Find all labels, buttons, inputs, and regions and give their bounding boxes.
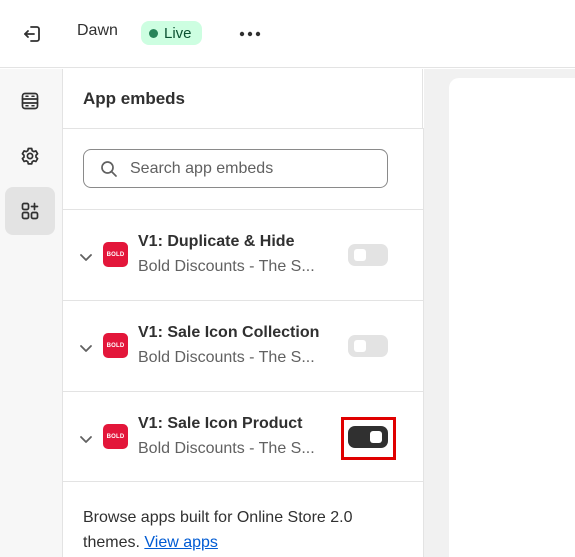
embed-app-name: Bold Discounts - The S... (138, 258, 315, 275)
view-apps-link[interactable]: View apps (144, 534, 218, 551)
toggle-knob (354, 340, 366, 352)
theme-name: Dawn (77, 22, 118, 39)
live-dot (149, 28, 158, 38)
embed-name: V1: Sale Icon Collection (138, 324, 320, 341)
sections-icon (21, 92, 39, 110)
embed-name: V1: Duplicate & Hide (138, 233, 295, 250)
preview-frame[interactable] (449, 78, 575, 557)
embed-toggle[interactable] (348, 426, 388, 448)
bold-logo: BOLD (103, 424, 128, 449)
app-embeds-button[interactable] (5, 187, 55, 235)
embed-app-name: Bold Discounts - The S... (138, 349, 315, 366)
top-bar: Dawn Live (0, 0, 575, 68)
side-rail (0, 69, 63, 557)
divider (63, 128, 423, 129)
divider (422, 69, 423, 129)
chevron-down-icon[interactable] (77, 248, 95, 266)
bold-logo: BOLD (103, 333, 128, 358)
app-embed-item: BOLD V1: Sale Icon Collection Bold Disco… (63, 300, 423, 391)
toggle-knob (370, 431, 382, 443)
toggle-knob (354, 249, 366, 261)
status-badge-label: Live (164, 24, 192, 42)
more-horizontal-icon (239, 31, 261, 37)
search-input[interactable] (130, 159, 370, 178)
app-embeds-panel: App embeds BOLD V1: Duplicate & Hide Bol… (63, 69, 423, 557)
more-actions-button[interactable] (234, 20, 266, 48)
search-box[interactable] (83, 149, 388, 188)
search-icon (101, 160, 117, 177)
embed-app-name: Bold Discounts - The S... (138, 440, 315, 457)
app-embed-item: BOLD V1: Sale Icon Product Bold Discount… (63, 391, 423, 482)
browse-apps-text: Browse apps built for Online Store 2.0 t… (83, 505, 393, 555)
exit-icon (24, 26, 40, 42)
embed-toggle[interactable] (348, 335, 388, 357)
embed-toggle[interactable] (348, 244, 388, 266)
theme-settings-button[interactable] (5, 132, 55, 180)
exit-button[interactable] (18, 20, 46, 48)
panel-title: App embeds (83, 89, 186, 108)
sections-button[interactable] (5, 77, 55, 125)
app-embed-item: BOLD V1: Duplicate & Hide Bold Discounts… (63, 209, 423, 300)
chevron-down-icon[interactable] (77, 339, 95, 357)
settings-icon (21, 147, 39, 165)
bold-logo: BOLD (103, 242, 128, 267)
embed-name: V1: Sale Icon Product (138, 415, 303, 432)
status-badge: Live (141, 21, 202, 45)
app-embeds-icon (21, 202, 39, 220)
chevron-down-icon[interactable] (77, 430, 95, 448)
